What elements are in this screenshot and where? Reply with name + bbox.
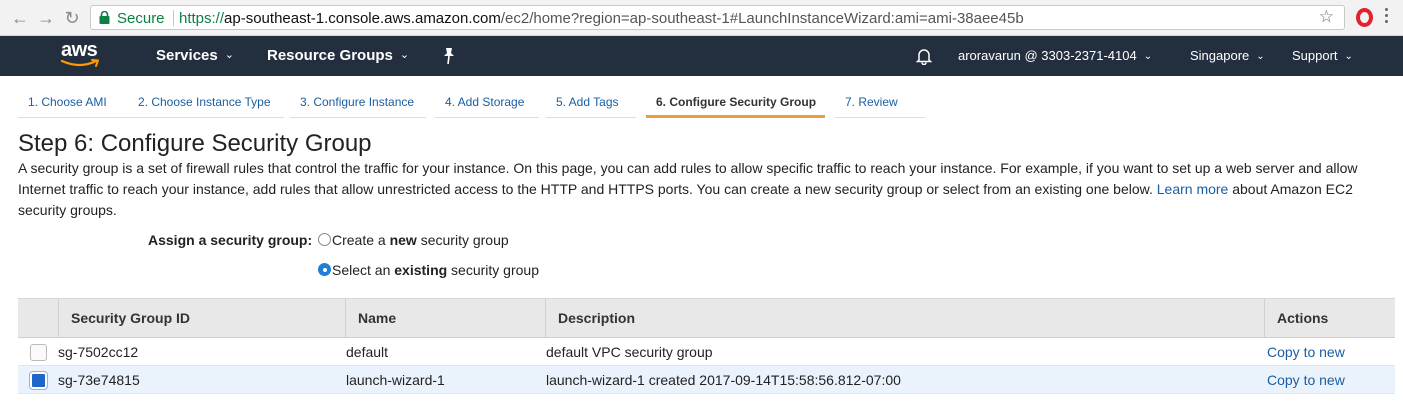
- page-title: Step 6: Configure Security Group: [18, 130, 372, 157]
- chevron-down-icon: ⌄: [1256, 51, 1265, 62]
- browser-toolbar: ← → ↻ Secure https://ap-southeast-1.cons…: [0, 0, 1403, 36]
- chevron-down-icon: ⌄: [224, 49, 234, 61]
- cell-description: launch-wizard-1 created 2017-09-14T15:58…: [546, 372, 901, 388]
- column-actions: Actions: [1264, 299, 1395, 338]
- lock-icon: [99, 11, 110, 24]
- reload-icon[interactable]: ↻: [62, 8, 82, 28]
- row-checkbox-checked[interactable]: [29, 371, 48, 390]
- chevron-down-icon: ⌄: [1143, 51, 1153, 62]
- column-security-group-id[interactable]: Security Group ID: [58, 299, 345, 338]
- copy-to-new-link[interactable]: Copy to new: [1267, 366, 1345, 394]
- cell-description: default VPC security group: [546, 344, 713, 360]
- row-checkbox[interactable]: [30, 344, 47, 361]
- column-name[interactable]: Name: [345, 299, 545, 338]
- copy-to-new-link[interactable]: Copy to new: [1267, 338, 1345, 366]
- column-description[interactable]: Description: [545, 299, 1264, 338]
- back-arrow-icon[interactable]: ←: [10, 8, 30, 28]
- address-bar[interactable]: Secure https://ap-southeast-1.console.aw…: [90, 5, 1345, 30]
- radio-button[interactable]: [318, 233, 331, 246]
- tab-configure-security-group[interactable]: 6. Configure Security Group: [646, 84, 825, 118]
- tab-add-storage[interactable]: 4. Add Storage: [435, 84, 539, 118]
- select-column-header: [18, 299, 58, 338]
- bell-icon[interactable]: [915, 47, 933, 65]
- cell-security-group-id: sg-7502cc12: [58, 344, 139, 360]
- chevron-down-icon: ⌄: [1344, 51, 1353, 62]
- url-text[interactable]: https://ap-southeast-1.console.aws.amazo…: [179, 10, 1024, 27]
- table-row-selected[interactable]: sg-73e74815 launch-wizard-1 launch-wizar…: [18, 366, 1395, 394]
- radio-button-selected[interactable]: [318, 263, 331, 276]
- tab-choose-ami[interactable]: 1. Choose AMI: [18, 84, 130, 118]
- browser-menu-icon[interactable]: [1385, 8, 1389, 26]
- support-menu[interactable]: Support ⌄: [1292, 48, 1353, 63]
- tab-configure-instance[interactable]: 3. Configure Instance: [290, 84, 426, 118]
- aws-logo[interactable]: aws: [60, 39, 104, 73]
- aws-console-header: aws Services ⌄ Resource Groups ⌄ aroravaru…: [0, 36, 1403, 76]
- tab-review[interactable]: 7. Review: [835, 84, 925, 118]
- forward-arrow-icon[interactable]: →: [36, 8, 56, 28]
- cell-name: launch-wizard-1: [346, 372, 445, 388]
- pin-icon[interactable]: [442, 47, 456, 65]
- aws-smile-icon: [60, 59, 99, 67]
- cell-security-group-id: sg-73e74815: [58, 372, 140, 388]
- account-menu[interactable]: aroravarun @ 3303-2371-4104 ⌄: [958, 48, 1152, 63]
- assign-security-group-label: Assign a security group:: [148, 232, 313, 248]
- table-row[interactable]: sg-7502cc12 default default VPC security…: [18, 338, 1395, 366]
- page-description: A security group is a set of firewall ru…: [18, 160, 1358, 218]
- tab-choose-instance-type[interactable]: 2. Choose Instance Type: [128, 84, 284, 118]
- secure-label: Secure: [117, 10, 165, 27]
- table-header: Security Group ID Name Description Actio…: [18, 298, 1395, 338]
- cell-name: default: [346, 344, 389, 360]
- services-menu[interactable]: Services ⌄: [156, 47, 234, 64]
- learn-more-link[interactable]: Learn more: [1157, 181, 1229, 197]
- resource-groups-menu[interactable]: Resource Groups ⌄: [267, 47, 409, 64]
- url-separator: [173, 10, 174, 26]
- region-menu[interactable]: Singapore ⌄: [1190, 48, 1265, 63]
- bookmark-star-icon[interactable]: ☆: [1319, 7, 1334, 27]
- chevron-down-icon: ⌄: [399, 49, 410, 61]
- opera-icon[interactable]: [1356, 8, 1373, 27]
- tab-add-tags[interactable]: 5. Add Tags: [546, 84, 636, 118]
